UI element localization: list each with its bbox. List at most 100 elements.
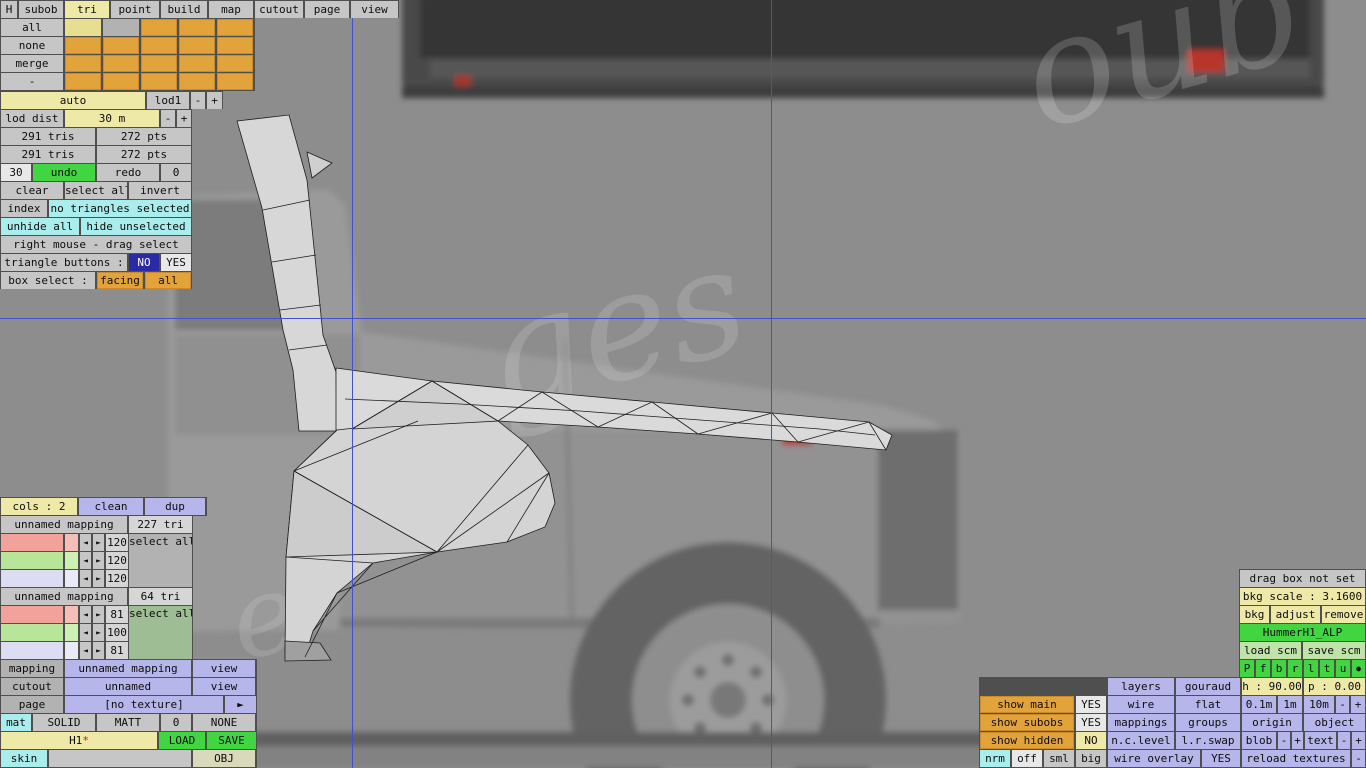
lr-swap-button[interactable]: l.r.swap — [1176, 732, 1240, 749]
mapping-color-swatch[interactable] — [65, 642, 78, 659]
lod-auto-button[interactable]: auto — [1, 92, 145, 109]
menu-tab-tri[interactable]: tri — [65, 1, 109, 18]
mapping-prev-button[interactable]: ◄ — [80, 606, 91, 623]
pitch-value[interactable]: p : 0.00 — [1304, 678, 1365, 695]
wire-button[interactable]: wire — [1108, 696, 1174, 713]
mat-matt-button[interactable]: MATT — [97, 714, 159, 731]
mapping-view-button[interactable]: view — [193, 660, 255, 677]
save-button[interactable]: SAVE — [207, 732, 256, 749]
nc-level-button[interactable]: n.c.level — [1108, 732, 1174, 749]
clear-button[interactable]: clear — [1, 182, 63, 199]
mapping-color-swatch[interactable] — [65, 606, 78, 623]
mat-none-button[interactable]: NONE — [193, 714, 255, 731]
viewport[interactable]: ges oub e — [0, 0, 1366, 768]
mapping-value[interactable]: 120 — [106, 552, 128, 569]
subob-row-minus[interactable]: - — [1, 73, 63, 90]
mapping-next-button[interactable]: ► — [93, 624, 104, 641]
mapping-prev-button[interactable]: ◄ — [80, 642, 91, 659]
obj-export-button[interactable]: OBJ — [193, 750, 255, 767]
nrm-sml-button[interactable]: sml — [1044, 750, 1074, 767]
heading-value[interactable]: h : 90.00 — [1242, 678, 1302, 695]
show-main-label[interactable]: show main — [980, 696, 1074, 713]
invert-button[interactable]: invert — [129, 182, 191, 199]
reload-textures-button[interactable]: reload textures — [1242, 750, 1350, 767]
lod-dist-plus-button[interactable]: + — [177, 110, 191, 127]
grid-plus-button[interactable]: + — [1351, 696, 1365, 713]
menu-tab-subob[interactable]: subob — [19, 1, 63, 18]
mat-solid-button[interactable]: SOLID — [33, 714, 95, 731]
mapping-group-name[interactable]: unnamed mapping — [1, 516, 127, 533]
gouraud-button[interactable]: gouraud — [1176, 678, 1240, 695]
grid-10m-button[interactable]: 10m — [1304, 696, 1334, 713]
view-dot-button[interactable]: ● — [1352, 660, 1365, 677]
subob-grid-cell[interactable] — [65, 55, 101, 72]
page-next-button[interactable]: ► — [225, 696, 256, 713]
menu-tab-view[interactable]: view — [351, 1, 398, 18]
skin-name-field[interactable] — [49, 750, 191, 767]
view-back-button[interactable]: b — [1272, 660, 1286, 677]
show-subobs-label[interactable]: show subobs — [980, 714, 1074, 731]
box-select-facing[interactable]: facing — [97, 272, 143, 289]
reload-minus-button[interactable]: - — [1352, 750, 1365, 767]
mapping-color-swatch[interactable] — [65, 624, 78, 641]
show-subobs-toggle[interactable]: YES — [1076, 714, 1106, 731]
undo-button[interactable]: undo — [33, 164, 95, 181]
subob-row-all[interactable]: all — [1, 19, 63, 36]
load-button[interactable]: LOAD — [159, 732, 205, 749]
subob-grid-cell[interactable] — [179, 73, 215, 90]
mapping-value[interactable]: 81 — [106, 642, 128, 659]
mapping-dup-button[interactable]: dup — [145, 498, 205, 515]
subob-grid-cell[interactable] — [217, 55, 253, 72]
mapping-next-button[interactable]: ► — [93, 534, 104, 551]
mapping-value[interactable]: 81 — [106, 606, 128, 623]
text-minus-button[interactable]: - — [1338, 732, 1350, 749]
menu-tab-h[interactable]: H — [1, 1, 17, 18]
subob-grid-cell[interactable] — [217, 19, 253, 36]
index-button[interactable]: index — [1, 200, 47, 217]
triangle-buttons-no[interactable]: NO — [129, 254, 159, 271]
load-scm-button[interactable]: load scm — [1240, 642, 1301, 659]
nrm-off-button[interactable]: off — [1012, 750, 1042, 767]
grid-minus-button[interactable]: - — [1336, 696, 1349, 713]
subob-grid-cell[interactable] — [141, 55, 177, 72]
wire-overlay-toggle[interactable]: YES — [1202, 750, 1240, 767]
mapping-color-swatch[interactable] — [1, 570, 63, 587]
mapping-color-swatch[interactable] — [1, 642, 63, 659]
menu-tab-page[interactable]: page — [305, 1, 349, 18]
view-front-button[interactable]: f — [1256, 660, 1270, 677]
flat-button[interactable]: flat — [1176, 696, 1240, 713]
mapping-prev-button[interactable]: ◄ — [80, 570, 91, 587]
save-scm-button[interactable]: save scm — [1303, 642, 1365, 659]
mapping-color-swatch[interactable] — [1, 552, 63, 569]
mapping-color-swatch[interactable] — [65, 552, 78, 569]
mapping-next-button[interactable]: ► — [93, 552, 104, 569]
mapping-prev-button[interactable]: ◄ — [80, 624, 91, 641]
mapping-next-button[interactable]: ► — [93, 570, 104, 587]
view-persp-button[interactable]: P — [1240, 660, 1254, 677]
mapping-value[interactable]: 120 — [106, 570, 128, 587]
mapping-color-swatch[interactable] — [1, 534, 63, 551]
subob-grid-cell[interactable] — [217, 37, 253, 54]
mat-zero[interactable]: 0 — [161, 714, 191, 731]
mapping-color-swatch[interactable] — [1, 624, 63, 641]
lod-dist-minus-button[interactable]: - — [161, 110, 175, 127]
subob-grid-cell[interactable] — [141, 73, 177, 90]
cutout-bar-value[interactable]: unnamed — [65, 678, 191, 695]
subob-row-merge[interactable]: merge — [1, 55, 63, 72]
menu-tab-cutout[interactable]: cutout — [255, 1, 303, 18]
view-right-button[interactable]: r — [1288, 660, 1302, 677]
view-left-button[interactable]: l — [1304, 660, 1318, 677]
blob-minus-button[interactable]: - — [1278, 732, 1290, 749]
bkg-remove-button[interactable]: remove — [1322, 606, 1365, 623]
text-button[interactable]: text — [1305, 732, 1336, 749]
view-top-button[interactable]: t — [1320, 660, 1334, 677]
mapping-value[interactable]: 120 — [106, 534, 128, 551]
menu-tab-point[interactable]: point — [111, 1, 159, 18]
subob-grid-cell[interactable] — [65, 37, 101, 54]
mapping-prev-button[interactable]: ◄ — [80, 534, 91, 551]
mapping-color-swatch[interactable] — [1, 606, 63, 623]
mapping-bar-value[interactable]: unnamed mapping — [65, 660, 191, 677]
subob-grid-cell[interactable] — [103, 55, 139, 72]
layers-button[interactable]: layers — [1108, 678, 1174, 695]
mappings-button[interactable]: mappings — [1108, 714, 1174, 731]
